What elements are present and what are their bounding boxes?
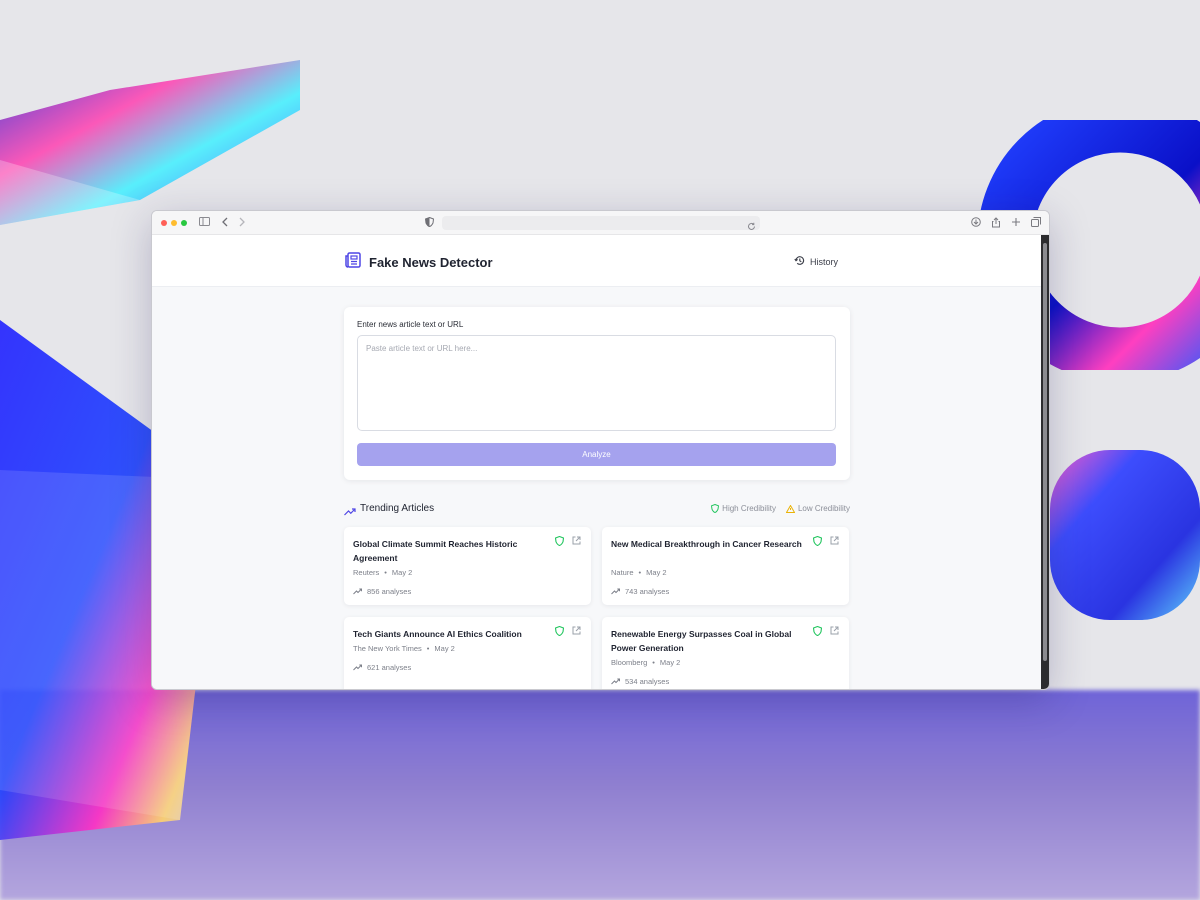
article-date: May 2: [391, 568, 413, 577]
credibility-legend: High Credibility Low Credibility: [711, 504, 850, 513]
article-card[interactable]: Global Climate Summit Reaches Historic A…: [344, 527, 591, 605]
article-date: May 2: [646, 568, 667, 577]
trending-up-icon: [353, 664, 362, 671]
newspaper-icon: [344, 251, 362, 274]
reload-icon[interactable]: [747, 218, 756, 236]
article-input-label: Enter news article text or URL: [357, 320, 464, 329]
article-analyses: 534 analyses: [625, 677, 670, 686]
article-meta: Reuters • May 2: [353, 568, 413, 577]
browser-window: Fake News Detector History Enter news ar…: [151, 210, 1050, 690]
page-scrollbar[interactable]: [1041, 235, 1049, 689]
article-source: Bloomberg: [611, 658, 648, 667]
article-meta: Bloomberg • May 2: [611, 658, 681, 667]
legend-low: Low Credibility: [785, 504, 850, 513]
article-card[interactable]: New Medical Breakthrough in Cancer Resea…: [602, 527, 849, 605]
external-link-icon[interactable]: [830, 536, 839, 545]
trending-up-icon: [611, 588, 620, 595]
trending-title: Trending Articles: [360, 503, 435, 514]
article-source: Nature: [611, 568, 634, 577]
alert-triangle-icon: [785, 504, 795, 513]
trending-up-icon: [344, 504, 356, 522]
minimize-window-button[interactable]: [171, 220, 177, 226]
article-date: May 2: [659, 658, 681, 667]
share-icon[interactable]: [990, 217, 1002, 229]
article-actions: [813, 626, 839, 636]
analyze-button[interactable]: Analyze: [357, 443, 836, 466]
article-source: Reuters: [353, 568, 380, 577]
article-stats: 743 analyses: [611, 587, 669, 596]
article-analyses: 621 analyses: [367, 663, 412, 672]
shield-icon: [555, 626, 564, 636]
new-tab-icon[interactable]: [1010, 217, 1022, 229]
external-link-icon[interactable]: [572, 536, 581, 545]
article-analyses: 743 analyses: [625, 587, 670, 596]
shield-icon: [813, 626, 822, 636]
article-meta: Nature • May 2: [611, 568, 667, 577]
history-icon: [794, 255, 805, 268]
tab-overview-icon[interactable]: [1030, 217, 1042, 229]
article-source: The New York Times: [353, 644, 422, 653]
sidebar-toggle-icon[interactable]: [198, 217, 210, 229]
brand[interactable]: Fake News Detector: [344, 251, 493, 274]
shield-icon: [555, 536, 564, 546]
article-title: Global Climate Summit Reaches Historic A…: [353, 539, 518, 563]
decorative-cylinder-right: [1050, 450, 1200, 620]
trending-up-icon: [611, 678, 620, 685]
download-icon[interactable]: [970, 217, 982, 229]
article-actions: [555, 626, 581, 636]
article-stats: 856 analyses: [353, 587, 411, 596]
article-actions: [813, 536, 839, 546]
trending-up-icon: [353, 588, 362, 595]
article-date: May 2: [434, 644, 455, 653]
article-title: Renewable Energy Surpasses Coal in Globa…: [611, 629, 792, 653]
address-bar[interactable]: [442, 216, 760, 230]
external-link-icon[interactable]: [572, 626, 581, 635]
history-label: History: [810, 256, 839, 267]
close-window-button[interactable]: [161, 220, 167, 226]
article-meta: The New York Times • May 2: [353, 644, 455, 653]
legend-high: High Credibility: [711, 504, 776, 513]
app-header: Fake News Detector History: [152, 235, 1049, 287]
external-link-icon[interactable]: [830, 626, 839, 635]
article-input[interactable]: [357, 335, 836, 431]
legend-low-label: Low Credibility: [797, 504, 850, 513]
scrollbar-thumb[interactable]: [1043, 243, 1047, 661]
article-card[interactable]: Tech Giants Announce AI Ethics Coalition…: [344, 617, 591, 689]
article-analyses: 856 analyses: [367, 587, 412, 596]
shield-icon: [711, 504, 720, 513]
maximize-window-button[interactable]: [181, 220, 187, 226]
article-stats: 534 analyses: [611, 677, 669, 686]
legend-high-label: High Credibility: [722, 504, 776, 513]
analyze-card: Enter news article text or URL Analyze: [344, 307, 850, 480]
back-arrow-icon[interactable]: [219, 217, 231, 229]
page-content: Fake News Detector History Enter news ar…: [152, 235, 1049, 689]
forward-arrow-icon[interactable]: [236, 217, 248, 229]
article-actions: [555, 536, 581, 546]
article-title: New Medical Breakthrough in Cancer Resea…: [611, 539, 802, 549]
history-button[interactable]: History: [794, 255, 838, 268]
privacy-shield-icon[interactable]: [423, 216, 435, 229]
browser-titlebar: [152, 211, 1049, 235]
article-title: Tech Giants Announce AI Ethics Coalition: [353, 629, 522, 639]
article-stats: 621 analyses: [353, 663, 411, 672]
app-title: Fake News Detector: [369, 255, 493, 270]
trending-header: Trending Articles High Credibility Low C…: [344, 503, 850, 517]
shield-icon: [813, 536, 822, 546]
article-card[interactable]: Renewable Energy Surpasses Coal in Globa…: [602, 617, 849, 689]
